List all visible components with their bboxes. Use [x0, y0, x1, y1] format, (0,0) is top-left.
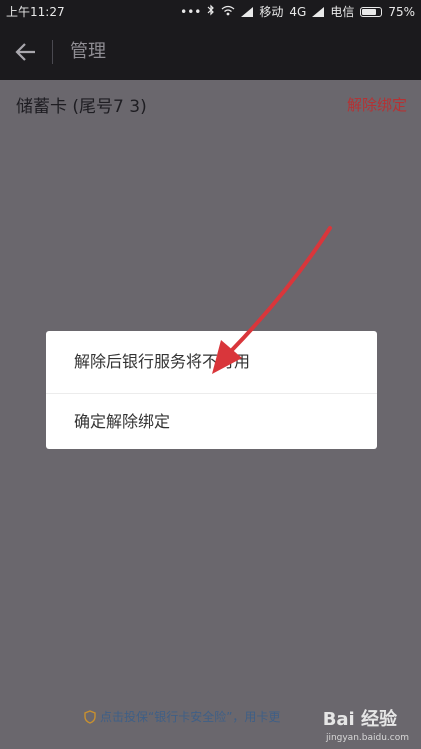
back-button[interactable] — [10, 36, 42, 68]
baidu-jingyan-watermark: Bai 经验 jingyan.baidu.com — [295, 703, 415, 747]
carrier-2: 电信 — [330, 5, 355, 19]
network-type: 4G — [289, 5, 307, 19]
battery-icon — [360, 7, 383, 17]
carrier-1: 移动 — [259, 5, 284, 19]
card-row: 储蓄卡 (尾号7 3) 解除绑定 — [0, 80, 421, 130]
insurance-notice-text: 点击投保“银行卡安全险”，用卡更 — [100, 710, 281, 724]
status-bar: 上午11:27 ••• 移动 4G 电信 75% — [0, 0, 421, 24]
page-title: 管理 — [70, 41, 106, 62]
insurance-notice[interactable]: 点击投保“银行卡安全险”，用卡更 — [84, 708, 280, 725]
back-arrow-icon — [15, 43, 35, 61]
shield-icon — [84, 709, 96, 724]
wifi-icon — [221, 0, 235, 24]
signal-icon — [241, 7, 254, 17]
watermark-logo: Bai 经验 — [322, 709, 397, 730]
confirm-unbind-label: 确定解除绑定 — [74, 412, 171, 431]
watermark-url: jingyan.baidu.com — [325, 733, 409, 743]
unbind-button[interactable]: 解除绑定 — [347, 94, 407, 115]
notification-dots: ••• — [180, 5, 202, 19]
status-icons: ••• 移动 4G 电信 75% — [180, 0, 415, 24]
app-header: 管理 — [0, 24, 421, 80]
header-divider — [52, 40, 53, 64]
card-name: 储蓄卡 (尾号7 3) — [16, 97, 147, 117]
unbind-dialog: 解除后银行服务将不可用 确定解除绑定 — [46, 331, 377, 449]
status-time: 上午11:27 — [6, 5, 65, 19]
battery-level: 75% — [388, 5, 415, 19]
confirm-unbind-button[interactable]: 确定解除绑定 — [46, 394, 377, 449]
signal-icon — [312, 7, 325, 17]
dialog-message: 解除后银行服务将不可用 — [74, 352, 251, 371]
bluetooth-icon — [207, 0, 215, 24]
